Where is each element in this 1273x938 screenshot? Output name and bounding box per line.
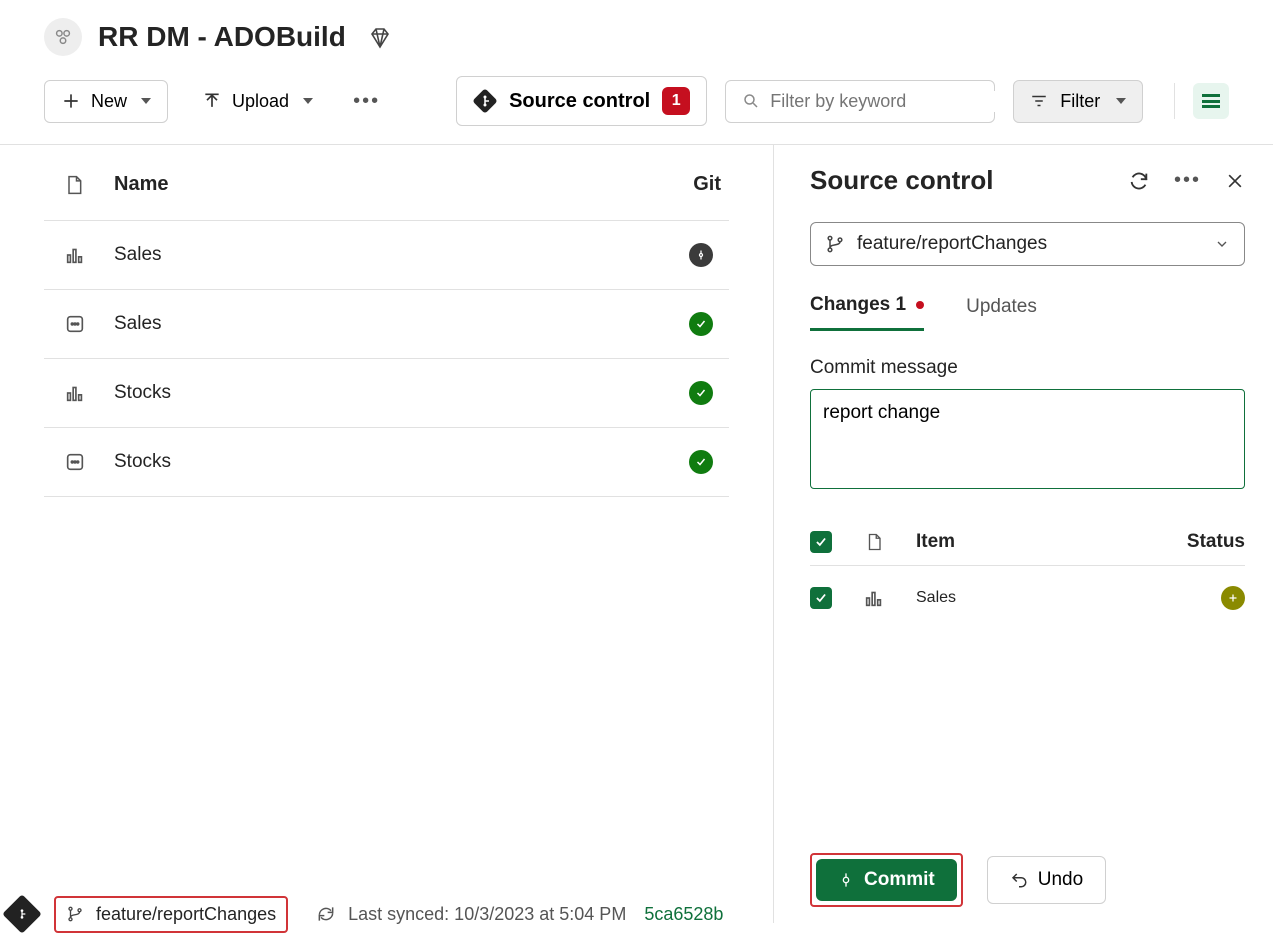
table-row[interactable]: Sales	[44, 221, 729, 290]
filter-label: Filter	[1060, 91, 1100, 112]
branch-name: feature/reportChanges	[857, 233, 1047, 255]
item-name: Sales	[114, 313, 669, 335]
divider	[1174, 83, 1175, 119]
item-checkbox[interactable]	[810, 587, 832, 609]
git-icon	[2, 894, 42, 934]
table-row[interactable]: Sales	[44, 290, 729, 359]
new-label: New	[91, 91, 127, 112]
table-row[interactable]: Stocks	[44, 428, 729, 497]
git-icon	[473, 89, 497, 113]
modified-status-icon	[1189, 586, 1245, 610]
filter-button[interactable]: Filter	[1013, 80, 1143, 123]
plus-icon	[61, 91, 81, 111]
git-status-icon	[669, 381, 729, 405]
close-icon[interactable]	[1225, 171, 1245, 191]
search-icon	[742, 92, 760, 110]
search-input[interactable]	[770, 91, 1002, 112]
refresh-icon[interactable]	[1128, 170, 1150, 192]
file-icon	[856, 532, 892, 552]
sync-icon[interactable]	[316, 904, 336, 924]
bar-chart-icon	[856, 587, 892, 609]
search-input-wrapper[interactable]	[725, 80, 995, 123]
branch-select[interactable]: feature/reportChanges	[810, 222, 1245, 266]
item-name: Stocks	[114, 382, 669, 404]
select-all-checkbox[interactable]	[810, 531, 832, 553]
model-icon	[44, 451, 114, 473]
commit-icon	[838, 872, 854, 888]
filter-icon	[1030, 92, 1048, 110]
table-row[interactable]: Stocks	[44, 359, 729, 428]
git-status-icon	[669, 243, 729, 267]
commit-hash[interactable]: 5ca6528b	[644, 904, 723, 925]
statusbar-branch[interactable]: feature/reportChanges	[96, 904, 276, 925]
upload-icon	[202, 91, 222, 111]
statusbar-branch-highlight: feature/reportChanges	[54, 896, 288, 933]
branch-icon	[66, 905, 84, 923]
chevron-down-icon	[1214, 236, 1230, 252]
change-row[interactable]: Sales	[810, 566, 1245, 630]
item-name: Sales	[114, 244, 669, 266]
panel-title: Source control	[810, 165, 1110, 196]
column-item: Item	[916, 531, 1189, 553]
new-button[interactable]: New	[44, 80, 168, 123]
source-control-label: Source control	[509, 90, 650, 113]
page-title: RR DM - ADOBuild	[98, 21, 346, 53]
undo-icon	[1010, 871, 1028, 889]
workspace-icon	[44, 18, 82, 56]
column-status: Status	[1189, 531, 1245, 553]
commit-message-label: Commit message	[810, 357, 1245, 379]
file-icon	[44, 174, 114, 196]
column-git[interactable]: Git	[669, 173, 729, 196]
source-control-button[interactable]: Source control 1	[456, 76, 707, 126]
upload-button[interactable]: Upload	[186, 81, 329, 122]
panel-more-icon[interactable]: •••	[1168, 169, 1207, 192]
upload-label: Upload	[232, 91, 289, 112]
panel-toggle-button[interactable]	[1193, 83, 1229, 119]
branch-icon	[825, 234, 845, 254]
item-name: Sales	[916, 589, 1189, 607]
git-status-icon	[669, 450, 729, 474]
diamond-icon	[368, 26, 390, 48]
git-status-icon	[669, 312, 729, 336]
commit-message-input[interactable]	[810, 389, 1245, 489]
item-name: Stocks	[114, 451, 669, 473]
sync-text: Last synced: 10/3/2023 at 5:04 PM	[348, 904, 626, 925]
tab-changes[interactable]: Changes 1	[810, 294, 924, 331]
changes-indicator-icon	[916, 301, 924, 309]
more-icon[interactable]: •••	[347, 90, 386, 113]
bar-chart-icon	[44, 382, 114, 404]
model-icon	[44, 313, 114, 335]
source-control-badge: 1	[662, 87, 690, 115]
bar-chart-icon	[44, 244, 114, 266]
column-name[interactable]: Name	[114, 173, 669, 196]
tab-updates[interactable]: Updates	[966, 294, 1037, 331]
